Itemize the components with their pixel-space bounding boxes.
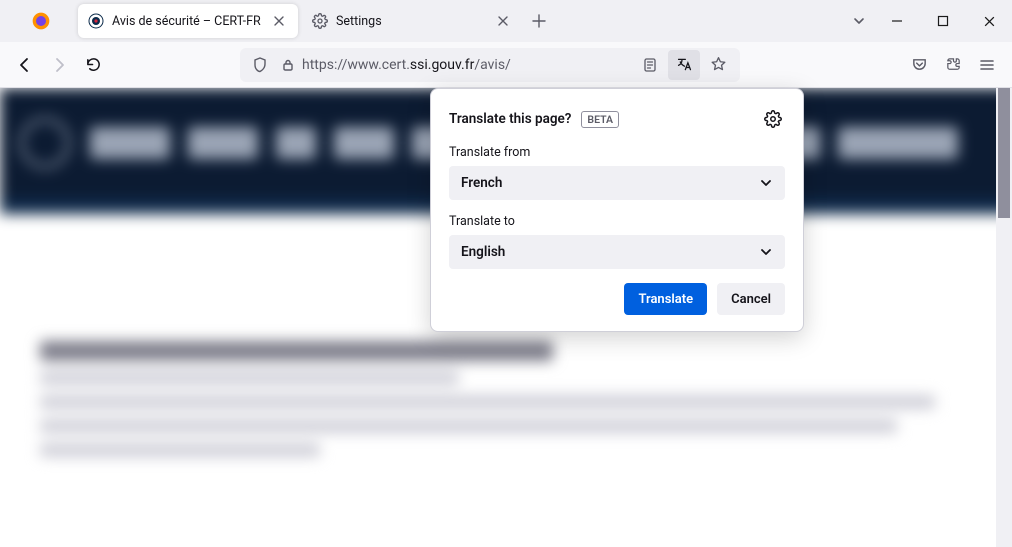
titlebar: Avis de sécurité – CERT-FR Settings [0,0,1012,42]
chevron-down-icon [759,176,773,190]
nav-back-button[interactable] [8,48,42,82]
chevron-down-icon [759,245,773,259]
tab-settings[interactable]: Settings [302,4,522,38]
tab-title: Avis de sécurité – CERT-FR [112,14,270,29]
cancel-button[interactable]: Cancel [717,283,785,315]
app-menu-button[interactable] [970,48,1004,82]
tab-title: Settings [336,14,494,29]
tab-close-icon[interactable] [494,12,512,30]
translate-from-select[interactable]: French [449,166,785,200]
address-bar: https://www.cert.ssi.gouv.fr/avis/ [0,42,1012,88]
translate-button[interactable]: Translate [624,283,707,315]
extensions-icon[interactable] [936,48,970,82]
beta-badge: BETA [581,111,619,128]
firefox-logo [6,11,76,31]
lock-icon[interactable] [274,58,302,72]
bookmark-star-icon[interactable] [702,50,734,80]
tab-close-icon[interactable] [270,12,288,30]
scrollbar-thumb[interactable] [998,88,1010,218]
window-close-button[interactable] [966,0,1012,42]
url-input[interactable]: https://www.cert.ssi.gouv.fr/avis/ [240,48,740,82]
nav-reload-button[interactable] [76,48,110,82]
translate-to-select[interactable]: English [449,235,785,269]
reader-mode-icon[interactable] [634,50,666,80]
translate-popup: Translate this page? BETA Translate from… [430,88,804,332]
tab-favicon [88,13,104,29]
vertical-scrollbar[interactable] [996,88,1012,547]
translate-from-label: Translate from [449,145,785,160]
popup-settings-button[interactable] [761,107,785,131]
translate-icon[interactable] [668,50,700,80]
window-minimize-button[interactable] [874,0,920,42]
shield-icon[interactable] [246,57,274,73]
gear-icon [312,13,328,29]
window-controls [874,0,1012,42]
popup-title: Translate this page? [449,111,571,127]
window-maximize-button[interactable] [920,0,966,42]
tab-active[interactable]: Avis de sécurité – CERT-FR [78,4,298,38]
pocket-icon[interactable] [902,48,936,82]
url-text: https://www.cert.ssi.gouv.fr/avis/ [302,57,632,73]
translate-to-value: English [461,244,505,260]
tabs-dropdown-icon[interactable] [844,6,874,36]
new-tab-button[interactable] [524,6,554,36]
translate-to-label: Translate to [449,214,785,229]
translate-from-value: French [461,175,502,191]
nav-forward-button[interactable] [42,48,76,82]
